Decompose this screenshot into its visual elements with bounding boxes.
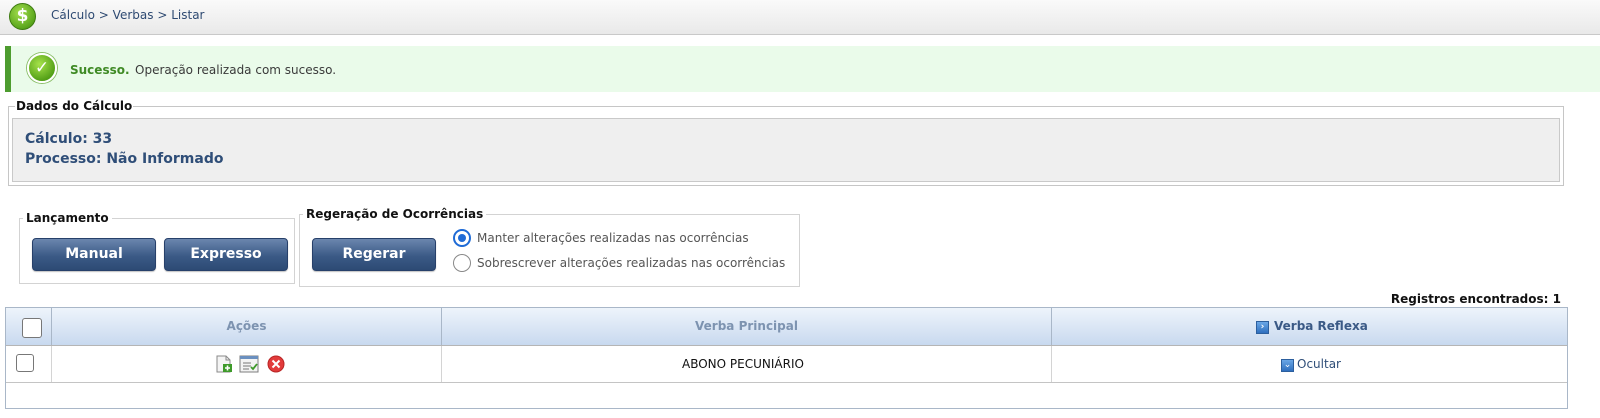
manual-button[interactable]: Manual	[32, 238, 156, 271]
header-verba-reflexa-label: Verba Reflexa	[1274, 319, 1368, 333]
checklist-icon[interactable]	[239, 355, 259, 373]
collapse-arrow-icon[interactable]: ⌄	[1281, 359, 1294, 372]
success-check-icon: ✓	[27, 53, 57, 83]
expand-arrow-icon[interactable]: ›	[1256, 321, 1269, 334]
breadcrumb-separator: >	[157, 8, 168, 22]
registros-count: Registros encontrados: 1	[1390, 292, 1561, 306]
row-divider	[6, 382, 1567, 383]
sobrescrever-alteracoes-label[interactable]: Sobrescrever alterações realizadas nas o…	[477, 256, 785, 270]
dados-calculo-panel: Cálculo: 33 Processo: Não Informado	[12, 118, 1560, 182]
cell-divider	[1051, 346, 1052, 382]
processo-info: Processo: Não Informado	[25, 151, 224, 167]
header-divider	[6, 345, 1567, 346]
expresso-button[interactable]: Expresso	[164, 238, 288, 271]
manter-alteracoes-radio[interactable]	[453, 229, 471, 247]
header-verba-principal: Verba Principal	[442, 308, 1052, 345]
sobrescrever-alteracoes-radio[interactable]	[453, 254, 471, 272]
breadcrumb-item-listar: Listar	[171, 8, 205, 22]
dados-calculo-legend: Dados do Cálculo	[15, 99, 134, 113]
money-logo-icon[interactable]: $	[9, 3, 36, 30]
header-verba-reflexa: › Verba Reflexa	[1052, 308, 1567, 345]
breadcrumb-item-calculo[interactable]: Cálculo	[51, 8, 95, 22]
breadcrumb-item-verbas[interactable]: Verbas	[113, 8, 154, 22]
select-all-checkbox[interactable]	[22, 318, 42, 338]
calculo-number: Cálculo: 33	[25, 131, 113, 147]
verba-principal-cell: ABONO PECUNIÁRIO	[682, 357, 804, 371]
top-bar: $ Cálculo > Verbas > Listar	[0, 0, 1600, 35]
edit-document-icon[interactable]	[215, 355, 233, 373]
manter-alteracoes-label[interactable]: Manter alterações realizadas nas ocorrên…	[477, 231, 749, 245]
alert-message: Operação realizada com sucesso.	[135, 63, 337, 77]
alert-title: Sucesso.	[70, 63, 130, 77]
regeracao-legend: Regeração de Ocorrências	[303, 207, 487, 221]
breadcrumb: Cálculo > Verbas > Listar	[51, 8, 204, 22]
delete-icon[interactable]	[267, 355, 285, 373]
cell-divider	[51, 346, 52, 382]
row-checkbox[interactable]	[16, 354, 34, 372]
regerar-button[interactable]: Regerar	[312, 238, 436, 271]
cell-divider	[441, 346, 442, 382]
header-select-all-cell	[6, 308, 52, 345]
breadcrumb-separator: >	[98, 8, 109, 22]
ocultar-link[interactable]: Ocultar	[1297, 357, 1341, 371]
header-acoes: Ações	[52, 308, 442, 345]
lancamento-legend: Lançamento	[23, 211, 112, 225]
success-alert: ✓ Sucesso. Operação realizada com sucess…	[5, 46, 1600, 92]
